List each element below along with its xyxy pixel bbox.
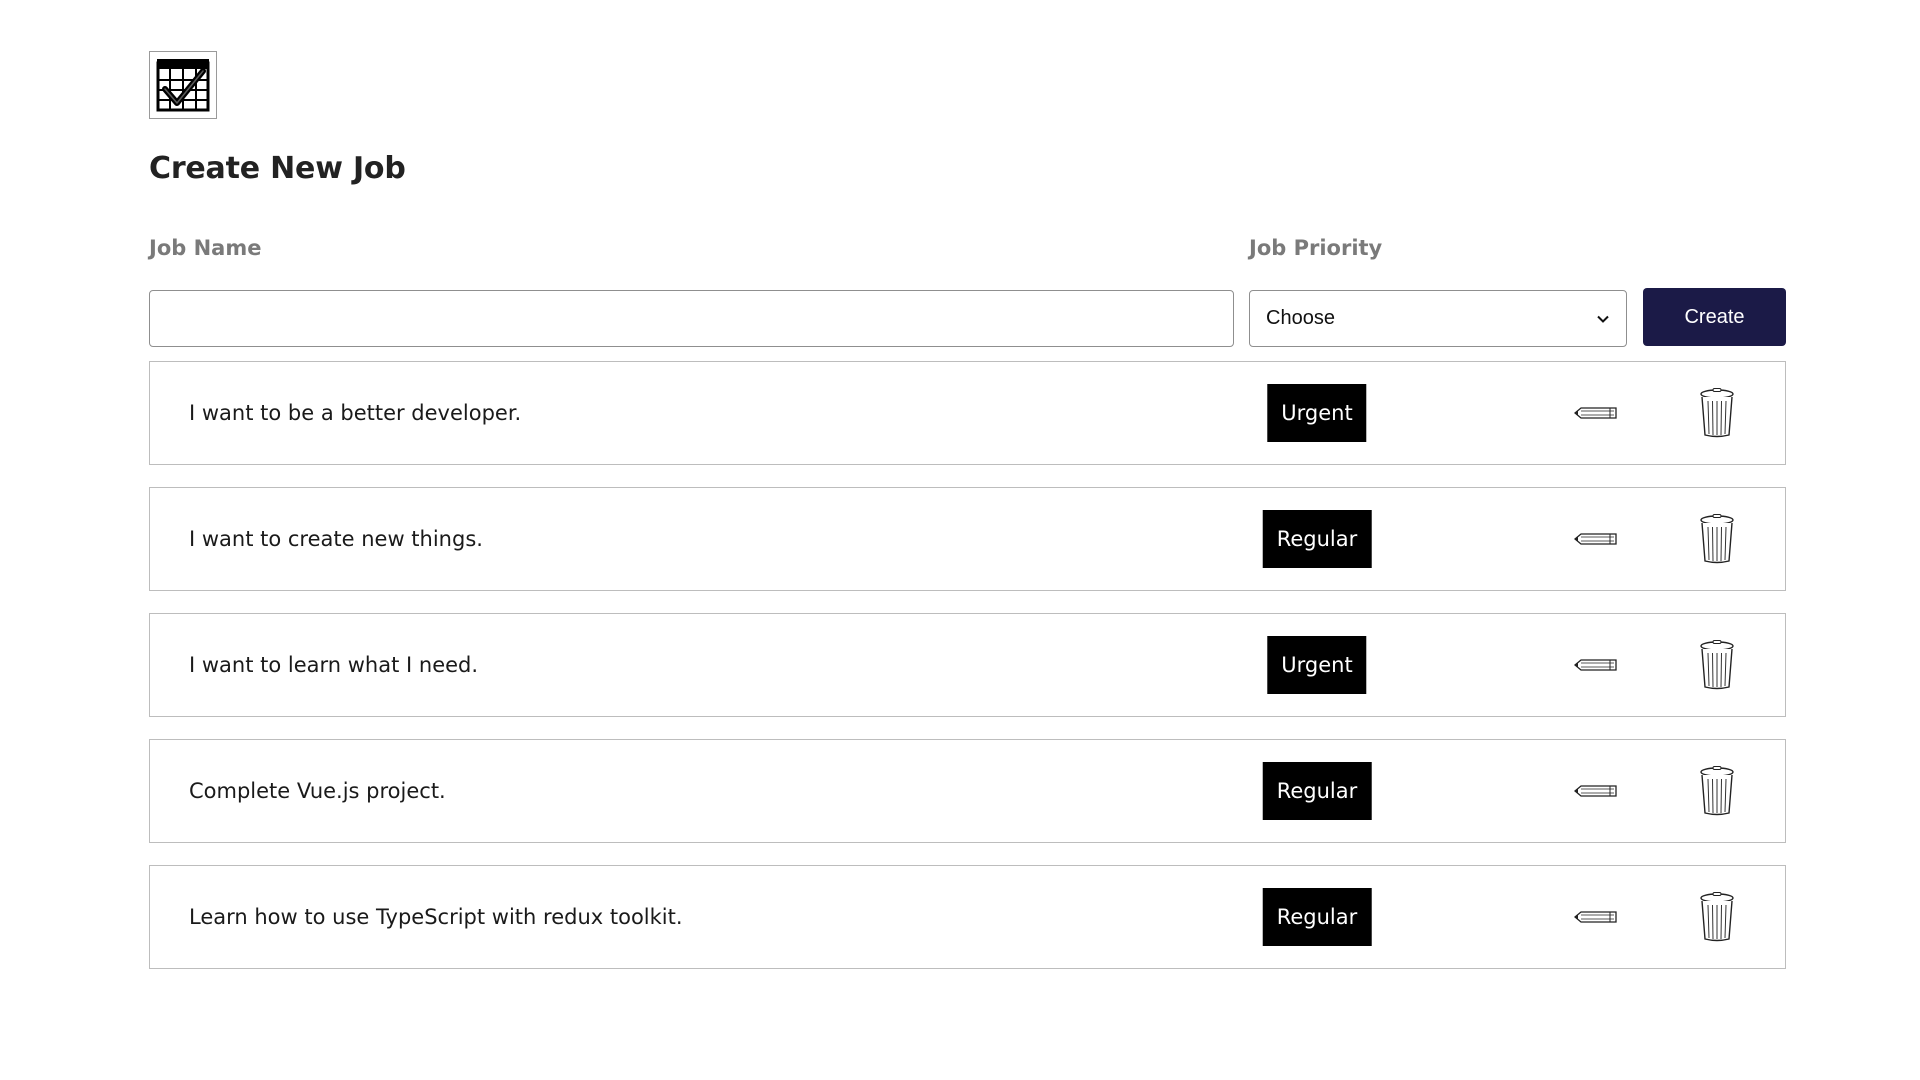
pencil-icon[interactable] <box>1574 531 1618 547</box>
trash-can-icon[interactable] <box>1699 514 1735 564</box>
pencil-icon[interactable] <box>1574 405 1618 421</box>
job-row: I want to create new things. Regular <box>149 487 1786 591</box>
create-job-form: Choose Create <box>149 288 1786 348</box>
page: Create New Job Job Name Job Priority Cho… <box>149 51 1786 991</box>
create-button[interactable]: Create <box>1643 288 1786 346</box>
job-name: I want to be a better developer. <box>189 401 522 425</box>
priority-badge: Regular <box>1262 888 1372 946</box>
job-name-input[interactable] <box>149 290 1234 347</box>
pencil-icon[interactable] <box>1574 783 1618 799</box>
priority-badge: Urgent <box>1267 384 1367 442</box>
job-name: Learn how to use TypeScript with redux t… <box>189 905 683 929</box>
chevron-down-icon <box>1597 315 1609 323</box>
job-row: Complete Vue.js project. Regular <box>149 739 1786 843</box>
page-title: Create New Job <box>149 151 406 186</box>
calendar-check-icon <box>149 51 217 119</box>
priority-badge: Urgent <box>1267 636 1367 694</box>
trash-can-icon[interactable] <box>1699 892 1735 942</box>
priority-badge: Regular <box>1262 510 1372 568</box>
job-name-label: Job Name <box>149 236 262 260</box>
trash-can-icon[interactable] <box>1699 388 1735 438</box>
trash-can-icon[interactable] <box>1699 766 1735 816</box>
job-list: I want to be a better developer. Urgent <box>149 361 1786 969</box>
job-name: Complete Vue.js project. <box>189 779 446 803</box>
pencil-icon[interactable] <box>1574 909 1618 925</box>
job-name: I want to learn what I need. <box>189 653 479 677</box>
form-labels: Job Name Job Priority <box>149 236 1786 266</box>
priority-badge: Regular <box>1262 762 1372 820</box>
pencil-icon[interactable] <box>1574 657 1618 673</box>
job-priority-selected: Choose <box>1266 307 1335 329</box>
job-name: I want to create new things. <box>189 527 483 551</box>
trash-can-icon[interactable] <box>1699 640 1735 690</box>
job-row: Learn how to use TypeScript with redux t… <box>149 865 1786 969</box>
job-row: I want to learn what I need. Urgent <box>149 613 1786 717</box>
job-priority-select[interactable]: Choose <box>1249 290 1627 347</box>
job-priority-label: Job Priority <box>1249 236 1383 260</box>
job-row: I want to be a better developer. Urgent <box>149 361 1786 465</box>
